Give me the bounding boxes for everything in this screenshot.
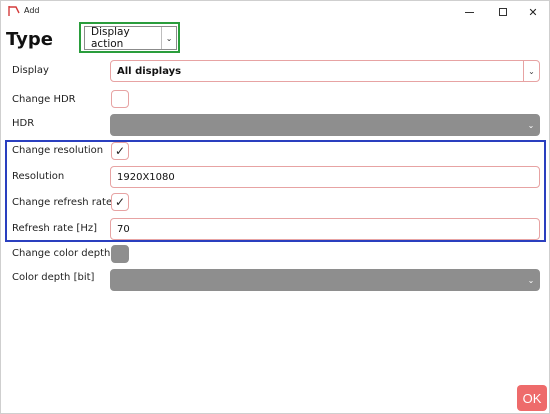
app-logo-icon xyxy=(8,6,20,16)
display-label: Display xyxy=(12,65,49,76)
change-color-depth-label: Change color depth xyxy=(12,248,111,259)
display-dropdown-value: All displays xyxy=(117,65,182,77)
maximize-icon xyxy=(499,8,507,16)
minimize-icon xyxy=(464,11,474,13)
color-depth-dropdown: ⌄ xyxy=(110,269,540,291)
type-dropdown[interactable]: Display action ⌄ xyxy=(84,26,177,50)
close-button[interactable]: ✕ xyxy=(517,1,549,23)
chevron-down-icon: ⌄ xyxy=(527,120,535,130)
resolution-input[interactable]: 1920X1080 xyxy=(110,166,540,188)
resolution-value: 1920X1080 xyxy=(117,171,175,183)
type-heading: Type xyxy=(6,29,53,50)
hdr-label: HDR xyxy=(12,118,35,129)
change-resolution-label: Change resolution xyxy=(12,145,104,156)
resolution-label: Resolution xyxy=(12,171,65,182)
color-depth-label: Color depth [bit] xyxy=(12,272,95,283)
type-dropdown-value: Display action xyxy=(91,26,130,50)
refresh-rate-label: Refresh rate [Hz] xyxy=(12,223,98,234)
title-bar[interactable]: Add ✕ xyxy=(1,1,549,23)
window-title: Add xyxy=(24,6,40,15)
hdr-dropdown: ⌄ xyxy=(110,114,540,136)
chevron-down-icon: ⌄ xyxy=(523,61,539,81)
change-refresh-rate-label: Change refresh rate xyxy=(12,197,113,208)
add-dialog-window: Add ✕ Type Display action ⌄ Display All … xyxy=(0,0,550,414)
change-hdr-checkbox[interactable] xyxy=(111,90,129,108)
checkmark-icon: ✓ xyxy=(114,195,126,209)
close-icon: ✕ xyxy=(528,5,538,19)
minimize-button[interactable] xyxy=(453,1,485,23)
refresh-rate-value: 70 xyxy=(117,223,130,235)
maximize-button[interactable] xyxy=(487,1,519,23)
change-refresh-rate-checkbox[interactable]: ✓ xyxy=(111,193,129,211)
change-resolution-checkbox[interactable]: ✓ xyxy=(111,142,129,160)
refresh-rate-input[interactable]: 70 xyxy=(110,218,540,240)
change-hdr-label: Change HDR xyxy=(12,94,76,105)
checkmark-icon: ✓ xyxy=(114,144,126,158)
change-color-depth-checkbox xyxy=(111,245,129,263)
ok-button[interactable]: OK xyxy=(517,385,547,411)
chevron-down-icon: ⌄ xyxy=(165,33,173,43)
display-dropdown[interactable]: All displays ⌄ xyxy=(110,60,540,82)
chevron-down-icon: ⌄ xyxy=(527,275,535,285)
